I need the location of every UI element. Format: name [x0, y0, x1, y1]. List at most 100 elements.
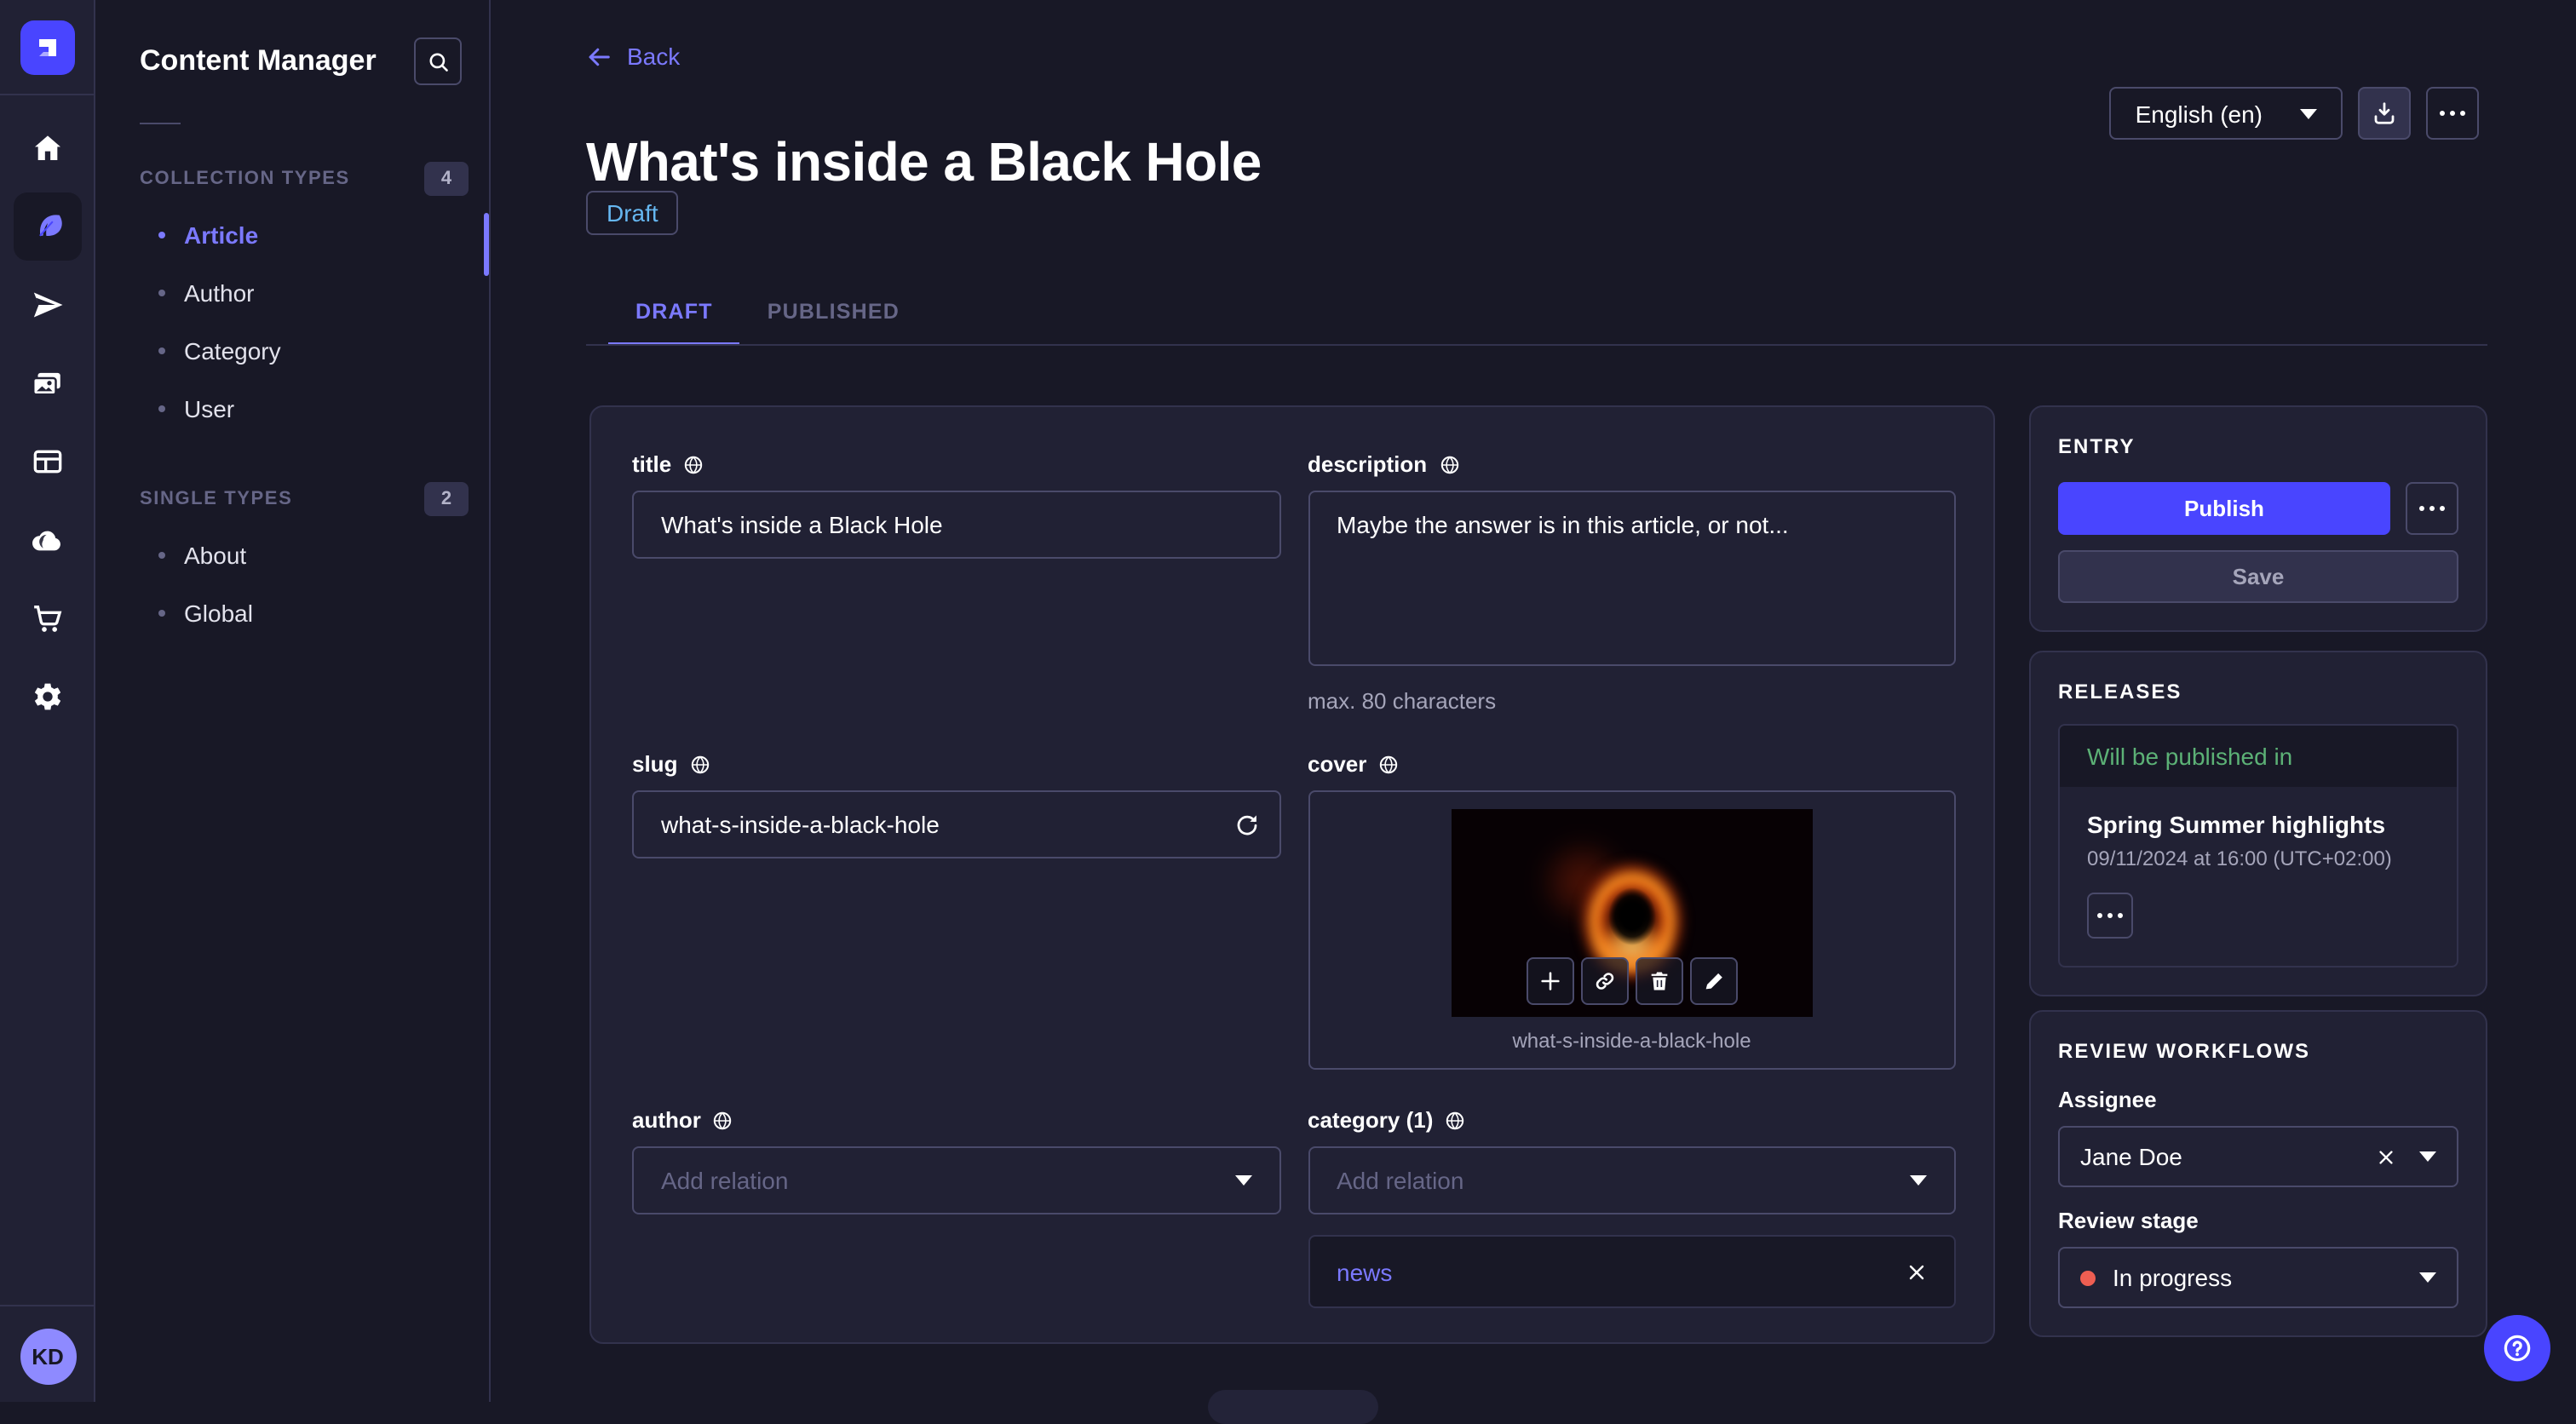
- home-icon[interactable]: [13, 114, 81, 182]
- chevron-down-icon: [1910, 1175, 1927, 1186]
- sidebar-item-category[interactable]: Category: [95, 322, 489, 380]
- paper-plane-icon[interactable]: [13, 271, 81, 339]
- publish-button[interactable]: Publish: [2058, 482, 2390, 535]
- tab-draft[interactable]: DRAFT: [608, 286, 741, 346]
- marketplace-cart-icon[interactable]: [13, 584, 81, 652]
- description-hint: max. 80 characters: [1308, 688, 1497, 714]
- clear-assignee-button[interactable]: [2377, 1147, 2395, 1166]
- remove-relation-button[interactable]: [1906, 1261, 1927, 1282]
- add-media-button[interactable]: [1526, 957, 1574, 1005]
- sidebar-item-about[interactable]: About: [95, 526, 489, 584]
- scroll-peek-pill: [1208, 1390, 1378, 1424]
- subnav-scrollbar-thumb[interactable]: [484, 213, 489, 276]
- review-stage-label: Review stage: [2058, 1208, 2199, 1233]
- field-label-text: description: [1308, 451, 1428, 477]
- main-nav-rail: KD: [0, 0, 95, 1402]
- back-link[interactable]: Back: [586, 43, 680, 70]
- slug-input[interactable]: [632, 790, 1280, 858]
- strapi-logo-container[interactable]: [0, 0, 95, 95]
- title-input[interactable]: [632, 491, 1280, 559]
- sidebar-item-user[interactable]: User: [95, 380, 489, 438]
- collection-types-label: COLLECTION TYPES: [140, 169, 350, 189]
- cover-filename: what-s-inside-a-black-hole: [1512, 1029, 1751, 1053]
- sidebar-item-label: Category: [184, 337, 281, 365]
- sidebar-item-global[interactable]: Global: [95, 584, 489, 642]
- field-label-text: title: [632, 451, 672, 477]
- bullet-icon: [158, 610, 165, 617]
- review-workflows-heading: REVIEW WORKFLOWS: [2058, 1039, 2310, 1063]
- help-button[interactable]: [2484, 1315, 2550, 1381]
- field-label-text: category (1): [1308, 1107, 1434, 1133]
- assignee-select[interactable]: Jane Doe: [2058, 1126, 2458, 1187]
- cloud-icon[interactable]: [13, 506, 81, 574]
- field-author: author Add relation: [632, 1107, 1280, 1214]
- category-relation-select[interactable]: Add relation: [1308, 1146, 1956, 1214]
- sidebar-item-article[interactable]: Article: [95, 206, 489, 264]
- content-manager-subnav: Content Manager COLLECTION TYPES 4 Artic…: [95, 0, 491, 1402]
- question-mark-icon: [2504, 1335, 2531, 1362]
- user-avatar[interactable]: KD: [20, 1329, 76, 1385]
- review-workflows-panel: REVIEW WORKFLOWS Assignee Jane Doe Revie…: [2029, 1010, 2487, 1337]
- tab-published[interactable]: PUBLISHED: [740, 286, 927, 344]
- sidebar-item-label: Author: [184, 279, 255, 307]
- field-slug: slug: [632, 751, 1280, 858]
- field-label-text: cover: [1308, 751, 1367, 777]
- version-tabs: DRAFT PUBLISHED: [608, 286, 927, 346]
- regenerate-slug-button[interactable]: [1233, 812, 1258, 837]
- settings-gear-icon[interactable]: [13, 663, 81, 731]
- edit-media-button[interactable]: [1689, 957, 1738, 1005]
- field-title: title: [632, 451, 1280, 559]
- locale-select[interactable]: English (en): [2109, 87, 2343, 140]
- sidebar-item-label: About: [184, 542, 247, 569]
- relation-placeholder: Add relation: [1337, 1167, 1464, 1194]
- release-date: 09/11/2024 at 16:00 (UTC+02:00): [2087, 847, 2392, 870]
- chevron-down-icon: [2419, 1272, 2436, 1283]
- single-types-label: SINGLE TYPES: [140, 489, 293, 509]
- bullet-icon: [158, 232, 165, 238]
- chevron-down-icon: [1234, 1175, 1251, 1186]
- assignee-label: Assignee: [2058, 1087, 2157, 1112]
- globe-icon: [714, 1111, 733, 1129]
- more-actions-button[interactable]: [2426, 87, 2479, 140]
- link-icon: [1596, 973, 1613, 990]
- side-panels: ENTRY Publish Save RELEASES Will be publ…: [2029, 405, 2487, 1337]
- sidebar-item-label: Article: [184, 221, 259, 249]
- entry-panel: ENTRY Publish Save: [2029, 405, 2487, 632]
- sidebar-item-label: Global: [184, 600, 253, 627]
- relation-item-news: news: [1308, 1235, 1956, 1308]
- status-badge: Draft: [586, 191, 679, 235]
- delete-media-button[interactable]: [1635, 957, 1683, 1005]
- content-manager-icon[interactable]: [13, 192, 81, 261]
- chevron-down-icon: [2419, 1151, 2436, 1162]
- media-library-icon[interactable]: [13, 349, 81, 417]
- description-textarea[interactable]: Maybe the answer is in this article, or …: [1308, 491, 1956, 666]
- globe-icon: [1446, 1111, 1464, 1129]
- collection-types-count: 4: [424, 162, 469, 196]
- search-button[interactable]: [414, 37, 462, 85]
- field-cover: cover what-s-inside-a-black-hole: [1308, 751, 1956, 1070]
- subnav-title: Content Manager: [140, 44, 377, 77]
- assignee-value: Jane Doe: [2080, 1143, 2182, 1170]
- field-description: description Maybe the answer is in this …: [1308, 451, 1956, 714]
- release-status: Will be published in: [2060, 726, 2457, 787]
- release-more-button[interactable]: [2087, 893, 2133, 939]
- content-type-builder-icon[interactable]: [13, 428, 81, 496]
- review-stage-select[interactable]: In progress: [2058, 1247, 2458, 1308]
- field-label-text: author: [632, 1107, 701, 1133]
- bullet-icon: [158, 405, 165, 412]
- entry-more-button[interactable]: [2406, 482, 2458, 535]
- sidebar-item-author[interactable]: Author: [95, 264, 489, 322]
- download-icon: [2374, 102, 2395, 124]
- relation-link[interactable]: news: [1337, 1258, 1392, 1285]
- tabs-divider: [586, 344, 2487, 346]
- author-relation-select[interactable]: Add relation: [632, 1146, 1280, 1214]
- save-button[interactable]: Save: [2058, 550, 2458, 603]
- strapi-admin-app: KD Content Manager COLLECTION TYPES 4 Ar…: [0, 0, 2576, 1424]
- chevron-down-icon: [2300, 108, 2317, 118]
- export-button[interactable]: [2358, 87, 2411, 140]
- globe-icon: [1380, 755, 1398, 773]
- search-icon: [428, 52, 447, 71]
- page-title: What's inside a Black Hole: [586, 131, 1262, 193]
- copy-link-button[interactable]: [1580, 957, 1629, 1005]
- single-types-count: 2: [424, 482, 469, 516]
